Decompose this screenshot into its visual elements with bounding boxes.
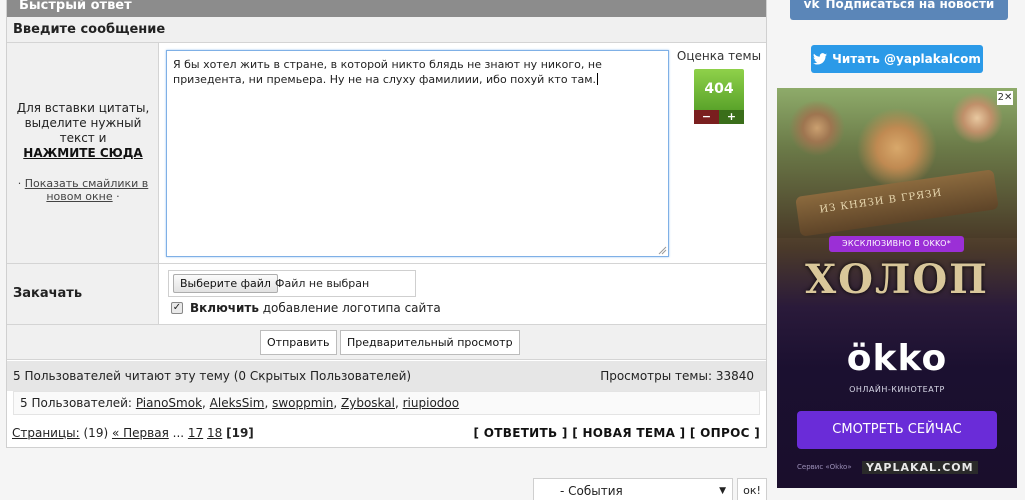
ad-exclusive-badge: ЭКСКЛЮЗИВНО В OKKO*	[829, 236, 964, 252]
ad-brand-logo: ökko	[846, 338, 948, 379]
message-textarea[interactable]: Я бы хотел жить в стране, в которой никт…	[166, 50, 669, 257]
message-row: Для вставки цитаты, выделите нужный текс…	[7, 43, 766, 264]
events-select[interactable]: - События ▼	[533, 478, 733, 500]
page-link[interactable]: 17	[188, 426, 203, 440]
file-none-text: Файл не выбран	[275, 277, 370, 290]
user-link[interactable]: AleksSim	[210, 396, 265, 410]
readers-text: 5 Пользователей читают эту тему (0 Скрыт…	[13, 369, 412, 383]
ad-service-note: Сервис «Okko»	[797, 463, 852, 471]
quick-reply-panel: Быстрый ответ Введите сообщение Для вста…	[6, 0, 767, 448]
upload-row: Закачать картинку: Выберите файл Файл не…	[7, 264, 766, 361]
preview-button[interactable]: Предварительный просмотр	[340, 330, 520, 355]
logo-label-bold: Включить	[190, 301, 259, 315]
rating-minus-button[interactable]: −	[694, 110, 719, 124]
twitter-bird-icon	[813, 53, 828, 65]
logo-label-rest: добавление логотипа сайта	[258, 301, 441, 315]
rating-buttons: − +	[694, 110, 744, 124]
ad-close-icon[interactable]: 2✕	[997, 91, 1013, 105]
reply-action[interactable]: [ ОТВЕТИТЬ ]	[474, 426, 568, 440]
quote-hint: Для вставки цитаты, выделите нужный текс…	[11, 101, 155, 161]
rating-plus-button[interactable]: +	[719, 110, 744, 124]
user-link[interactable]: riupiodoo	[403, 396, 459, 410]
smiles-prefix: ·	[17, 177, 22, 190]
message-subheader: Введите сообщение	[7, 17, 766, 43]
first-page-link[interactable]: « Первая	[112, 426, 169, 440]
logo-checkbox-label: Включить добавление логотипа сайта	[190, 301, 441, 315]
poll-action[interactable]: [ ОПРОС ]	[690, 426, 760, 440]
file-input[interactable]: Выберите файл Файл не выбран	[168, 270, 416, 297]
ad-banner[interactable]: ИЗ КНЯЗИ В ГРЯЗИ 2✕ ЭКСКЛЮЗИВНО В OKKO* …	[777, 88, 1017, 488]
chevron-down-icon: ▼	[719, 486, 726, 496]
show-smiles-link[interactable]: Показать смайлики в новом окне	[25, 177, 149, 203]
send-row: Отправить Предварительный просмотр	[7, 325, 766, 360]
topic-rating: Оценка темы 404 − +	[674, 49, 764, 124]
logo-checkbox[interactable]: ✓	[171, 302, 183, 314]
ad-movie-title: ХОЛОП	[805, 256, 989, 303]
readers-row: 5 Пользователей читают эту тему (0 Скрыт…	[7, 361, 766, 391]
twitter-label: Читать @yaplakalcom	[832, 52, 981, 66]
smiles-suffix: ·	[116, 190, 120, 203]
send-button[interactable]: Отправить	[260, 330, 337, 355]
topic-actions: [ ОТВЕТИТЬ ] [ НОВАЯ ТЕМА ] [ ОПРОС ]	[474, 426, 761, 440]
choose-file-button[interactable]: Выберите файл	[173, 274, 278, 293]
quote-click-link[interactable]: НАЖМИТЕ СЮДА	[11, 146, 155, 161]
message-text: Я бы хотел жить в стране, в которой никт…	[173, 58, 602, 86]
rating-value: 404	[694, 69, 744, 110]
pagination: Страницы: (19) « Первая ... 17 18 [19]	[12, 426, 254, 440]
site-watermark: YAPLAKAL.COM	[862, 461, 978, 474]
current-page: [19]	[226, 426, 254, 440]
rating-label: Оценка темы	[676, 49, 762, 63]
resize-grip-icon[interactable]	[658, 246, 667, 255]
pages-label-link[interactable]: Страницы:	[12, 426, 80, 440]
vk-subscribe-button[interactable]: vk Подписаться на новости	[790, 0, 1008, 20]
vk-icon: vk	[803, 0, 820, 11]
new-topic-action[interactable]: [ НОВАЯ ТЕМА ]	[572, 426, 685, 440]
users-row: 5 Пользователей: PianoSmok, AleksSim, sw…	[13, 391, 760, 415]
users-prefix: 5 Пользователей:	[20, 396, 132, 410]
smiles-hint: · Показать смайлики в новом окне ·	[13, 177, 153, 203]
events-selected: - События	[560, 484, 623, 498]
quote-hint-text: Для вставки цитаты, выделите нужный текс…	[16, 101, 150, 145]
page-link[interactable]: 18	[207, 426, 222, 440]
text-caret	[597, 73, 598, 85]
upload-label: Закачать картинку:	[7, 264, 159, 361]
ad-subtitle: ОНЛАЙН-КИНОТЕАТР	[849, 385, 945, 394]
user-link[interactable]: Zyboskal	[341, 396, 395, 410]
topic-views: Просмотры темы: 33840	[600, 369, 754, 383]
quote-hint-cell: Для вставки цитаты, выделите нужный текс…	[7, 43, 159, 263]
ad-watch-now-button[interactable]: СМОТРЕТЬ СЕЙЧАС	[797, 411, 997, 449]
ok-button[interactable]: ок!	[737, 478, 767, 500]
pages-count: (19)	[83, 426, 109, 440]
quick-reply-title: Быстрый ответ	[7, 0, 766, 17]
vk-label: Подписаться на новости	[825, 0, 995, 11]
user-link[interactable]: swoppmin	[272, 396, 333, 410]
pages-ellipsis: ...	[172, 426, 185, 440]
user-link[interactable]: PianoSmok	[136, 396, 202, 410]
twitter-follow-button[interactable]: Читать @yaplakalcom	[811, 45, 983, 73]
